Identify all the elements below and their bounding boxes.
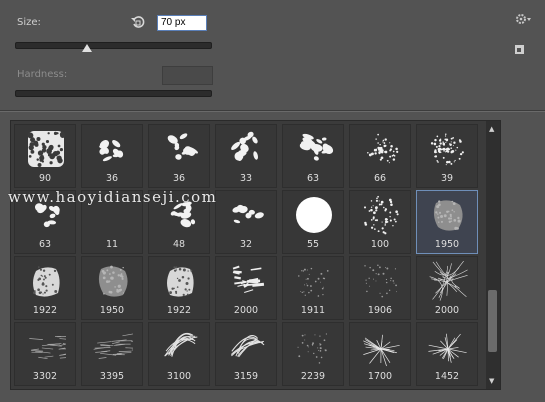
- brush-thumbnail: [167, 266, 194, 297]
- brush-thumbnail: [298, 267, 329, 297]
- brush-size-label: 39: [440, 173, 454, 184]
- brush-size-label: 63: [306, 173, 320, 184]
- brush-size-label: 32: [239, 239, 253, 250]
- size-slider-track[interactable]: [15, 42, 212, 49]
- brush-preset[interactable]: 3302: [14, 322, 76, 386]
- brush-size-label: 3302: [32, 371, 58, 382]
- brush-preset[interactable]: 2000: [215, 256, 277, 320]
- brush-thumbnail: [98, 265, 128, 297]
- brush-size-label: 48: [172, 239, 186, 250]
- scrollbar[interactable]: ▲ ▼: [486, 121, 500, 389]
- brush-preset[interactable]: 2000: [416, 256, 478, 320]
- brush-preset[interactable]: 1906: [349, 256, 411, 320]
- scroll-down-arrow-icon[interactable]: ▼: [489, 377, 494, 385]
- hardness-label: Hardness:: [17, 69, 68, 80]
- brush-size-label: 36: [105, 173, 119, 184]
- brush-preset[interactable]: 32: [215, 190, 277, 254]
- brush-thumbnail: [428, 333, 467, 363]
- brush-preset[interactable]: 1922: [14, 256, 76, 320]
- brush-preset[interactable]: 1950: [81, 256, 143, 320]
- brush-preset-panel: 90 36 36 33 63 66 39 63 11 48 32 55 100 1950 1922 1950 1…: [10, 120, 501, 390]
- brush-thumbnail: [232, 265, 265, 293]
- brush-size-label: 66: [373, 173, 387, 184]
- brush-size-label: 11: [105, 239, 119, 250]
- gear-icon[interactable]: [515, 11, 533, 25]
- brush-thumbnail: [29, 336, 66, 360]
- brush-thumbnail: [429, 261, 468, 301]
- brush-preset[interactable]: 2239: [282, 322, 344, 386]
- brush-size-label: 90: [38, 173, 52, 184]
- brush-size-label: 100: [370, 239, 390, 250]
- brush-preset[interactable]: 39: [416, 124, 478, 188]
- brush-size-label: 55: [306, 239, 320, 250]
- brush-thumbnail: [232, 204, 264, 224]
- brush-thumbnail: [297, 333, 327, 364]
- brush-preset[interactable]: 100: [349, 190, 411, 254]
- brush-size-label: 3159: [233, 371, 259, 382]
- scrollbar-thumb[interactable]: [488, 290, 497, 352]
- brush-preset[interactable]: 55: [282, 190, 344, 254]
- brush-preset[interactable]: 90: [14, 124, 76, 188]
- brush-preset[interactable]: 63: [282, 124, 344, 188]
- brush-preset[interactable]: 1911: [282, 256, 344, 320]
- brush-size-label: 1950: [434, 239, 460, 250]
- brush-preset[interactable]: 3100: [148, 322, 210, 386]
- brush-thumbnail: [164, 332, 198, 357]
- brush-size-label: 2000: [434, 305, 460, 316]
- brush-preset[interactable]: 36: [148, 124, 210, 188]
- brush-size-label: 1950: [99, 305, 125, 316]
- brush-size-label: 1452: [434, 371, 460, 382]
- brush-thumbnail: [296, 197, 332, 233]
- divider: [0, 110, 545, 112]
- brush-thumbnail: [231, 131, 258, 162]
- brush-preset[interactable]: 3159: [215, 322, 277, 386]
- brush-thumbnail: [433, 200, 463, 231]
- brush-preset[interactable]: 1922: [148, 256, 210, 320]
- brush-size-label: 63: [38, 239, 52, 250]
- size-input[interactable]: [157, 15, 207, 31]
- brush-thumbnail: [167, 133, 198, 160]
- brush-preset[interactable]: 33: [215, 124, 277, 188]
- brush-preset[interactable]: 66: [349, 124, 411, 188]
- brush-size-label: 1922: [166, 305, 192, 316]
- brush-thumbnail: [363, 334, 400, 367]
- hardness-slider-track[interactable]: [15, 90, 212, 97]
- brush-size-label: 2000: [233, 305, 259, 316]
- brush-preset[interactable]: 3395: [81, 322, 143, 386]
- brush-preset[interactable]: 1452: [416, 322, 478, 386]
- brush-size-label: 1922: [32, 305, 58, 316]
- brush-thumbnail: [430, 133, 464, 166]
- brush-preset[interactable]: 1700: [349, 322, 411, 386]
- brush-thumbnail: [33, 266, 60, 297]
- brush-size-label: 3395: [99, 371, 125, 382]
- brush-thumbnail: [93, 333, 133, 359]
- brush-size-label: 33: [239, 173, 253, 184]
- new-preset-icon[interactable]: [513, 42, 527, 56]
- size-slider-thumb[interactable]: [82, 44, 93, 52]
- brush-thumbnail: [299, 133, 334, 161]
- brush-size-label: 1700: [367, 371, 393, 382]
- brush-size-label: 2239: [300, 371, 326, 382]
- hardness-input[interactable]: [162, 66, 213, 85]
- brush-thumbnail: [364, 264, 397, 298]
- reset-arrow-icon[interactable]: [130, 14, 146, 30]
- brush-thumbnail: [99, 139, 124, 162]
- brush-size-label: 3100: [166, 371, 192, 382]
- brush-thumbnail: [363, 195, 399, 235]
- brush-preset[interactable]: 1950: [416, 190, 478, 254]
- brush-thumbnail: [367, 133, 399, 164]
- brush-size-label: 36: [172, 173, 186, 184]
- watermark-text: www.haoyidianseji.com: [8, 188, 218, 206]
- scroll-up-arrow-icon[interactable]: ▲: [489, 125, 494, 133]
- brush-thumbnail: [230, 335, 265, 358]
- brush-size-label: 1906: [367, 305, 393, 316]
- brush-size-label: 1911: [300, 305, 326, 316]
- size-label: Size:: [17, 17, 41, 28]
- brush-thumbnail: [27, 131, 66, 167]
- brush-preset[interactable]: 36: [81, 124, 143, 188]
